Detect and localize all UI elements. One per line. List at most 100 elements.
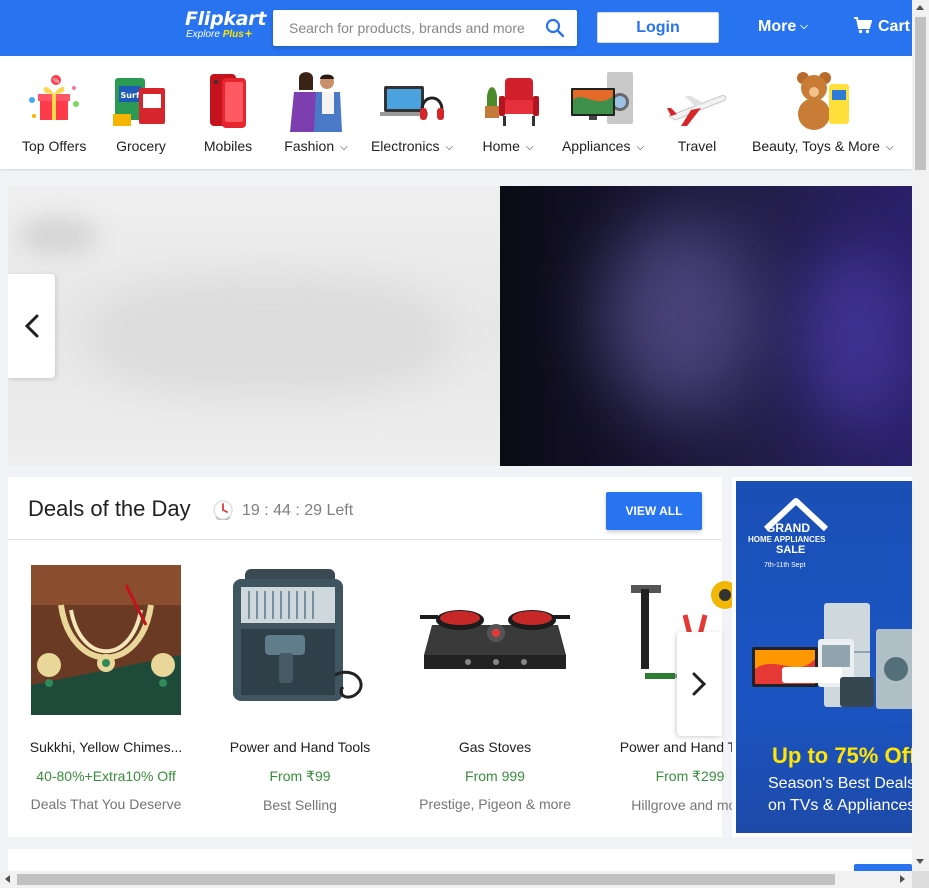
ad-sale-title: GRAND HOME APPLIANCES SALE 7th-11th Sept — [748, 521, 888, 569]
fashion-models-icon — [284, 70, 348, 134]
deal-card[interactable]: Gas Stoves From 999 Prestige, Pigeon & m… — [405, 565, 585, 812]
logo-text: Flipkart — [185, 8, 267, 30]
scroll-left-arrow-icon[interactable] — [5, 875, 10, 883]
category-home[interactable]: Home ⌵ — [481, 70, 539, 154]
category-top-offers[interactable]: % Top Offers — [22, 70, 86, 154]
more-label: More — [758, 18, 797, 35]
category-travel[interactable]: Travel — [665, 70, 729, 154]
chevron-down-icon: ⌵ — [636, 142, 645, 153]
horizontal-scrollbar[interactable] — [0, 871, 912, 888]
ad-home-appliances: HOME APPLIANCES — [748, 535, 826, 544]
ad-banner[interactable]: GRAND HOME APPLIANCES SALE 7th-11th Sept… — [732, 477, 912, 837]
deal-card[interactable]: Sukkhi, Yellow Chimes... 40-80%+Extra10%… — [16, 565, 196, 812]
category-mobiles[interactable]: Mobiles — [196, 70, 260, 154]
category-label: Grocery — [116, 138, 166, 154]
gas-stove-icon — [420, 565, 570, 715]
scroll-right-arrow-icon[interactable] — [900, 875, 905, 883]
category-nav: % Top Offers Surf Grocery Mobiles Fashio… — [0, 56, 912, 169]
banner-slide-right[interactable] — [500, 186, 912, 466]
category-label: Appliances ⌵ — [561, 138, 645, 154]
appliances-group-icon — [752, 603, 912, 709]
deal-name: Sukkhi, Yellow Chimes... — [29, 739, 183, 755]
category-grocery[interactable]: Surf Grocery — [109, 70, 173, 154]
category-label-text: Home — [482, 138, 520, 154]
grocery-icon: Surf — [109, 70, 173, 134]
svg-text:Surf: Surf — [121, 91, 140, 100]
laptop-headphones-icon — [380, 70, 444, 134]
mobile-phone-icon — [196, 70, 260, 134]
gift-offers-icon: % — [22, 70, 86, 134]
ad-headline: Up to 75% Off — [772, 743, 912, 768]
tv-washer-icon — [571, 70, 635, 134]
banner-carousel[interactable] — [8, 186, 912, 466]
chevron-down-icon: ⌵ — [885, 142, 894, 153]
deal-offer: From ₹99 — [269, 768, 331, 784]
deal-name: Power and Hand Tools — [229, 739, 371, 755]
chevron-left-icon — [24, 314, 39, 338]
chevron-down-icon: ⌵ — [445, 142, 454, 153]
deal-subtitle: Deals That You Deserve — [30, 796, 182, 812]
top-header: Flipkart Explore Plus Login More⌵ Cart — [0, 0, 912, 56]
cart-icon — [854, 17, 873, 34]
category-label: Mobiles — [203, 138, 253, 154]
banner-slide-left[interactable] — [8, 186, 500, 466]
category-label: Top Offers — [22, 138, 87, 154]
ad-grand: GRAND — [766, 521, 810, 535]
scroll-down-arrow-icon[interactable] — [916, 859, 924, 864]
cart-link[interactable]: Cart — [854, 17, 910, 36]
chevron-down-icon: ⌵ — [800, 21, 808, 32]
deal-subtitle: Prestige, Pigeon & more — [419, 796, 571, 812]
ad-creative: GRAND HOME APPLIANCES SALE 7th-11th Sept… — [736, 481, 912, 833]
deal-offer: From 999 — [465, 768, 525, 784]
deal-offer: 40-80%+Extra10% Off — [36, 768, 176, 784]
chevron-down-icon: ⌵ — [525, 142, 534, 153]
search-input[interactable] — [273, 10, 537, 46]
teddy-bear-icon — [789, 70, 853, 134]
category-label-text: Electronics — [370, 138, 440, 154]
view-all-button[interactable]: VIEW ALL — [606, 492, 702, 530]
necklace-jewellery-icon — [31, 565, 181, 715]
ad-dates: 7th-11th Sept — [764, 562, 806, 569]
plus-star-icon — [243, 29, 253, 38]
category-label-text: Appliances — [561, 138, 631, 154]
search-box — [273, 10, 577, 46]
logo-tagline: Explore Plus — [186, 29, 266, 41]
horizontal-scroll-thumb[interactable] — [17, 874, 835, 885]
category-label: Electronics ⌵ — [370, 138, 454, 154]
cart-label: Cart — [878, 18, 911, 35]
ad-subtext: Season's Best Deals on TVs & Appliances — [768, 773, 912, 817]
deal-name: Gas Stoves — [458, 739, 532, 755]
deal-card[interactable]: Power and Hand Tools From ₹99 Best Selli… — [210, 565, 390, 813]
category-label: Home ⌵ — [481, 138, 535, 154]
carousel-prev-button[interactable] — [8, 274, 55, 378]
category-appliances[interactable]: Appliances ⌵ — [561, 70, 645, 154]
category-label: Travel — [677, 138, 717, 154]
logo-tag-prefix: Explore — [186, 29, 220, 40]
deals-header: Deals of the Day 19 : 44 : 29 Left VIEW … — [8, 477, 722, 540]
category-label-text: Fashion — [284, 138, 335, 154]
login-button[interactable]: Login — [597, 12, 719, 43]
deal-subtitle: Best Selling — [263, 797, 337, 813]
category-beauty-toys[interactable]: Beauty, Toys & More ⌵ — [752, 70, 893, 154]
scroll-up-arrow-icon[interactable] — [916, 5, 924, 10]
chevron-right-icon — [692, 672, 707, 696]
category-label: Fashion ⌵ — [284, 138, 348, 154]
search-icon[interactable] — [545, 18, 565, 38]
more-menu[interactable]: More ⌵ — [758, 18, 808, 36]
category-label-text: Beauty, Toys & More — [752, 138, 880, 154]
deals-of-the-day: Deals of the Day 19 : 44 : 29 Left VIEW … — [8, 477, 760, 837]
armchair-icon — [481, 70, 545, 134]
drill-toolkit-icon — [225, 565, 375, 715]
vertical-scrollbar[interactable] — [912, 0, 929, 888]
clock-icon — [213, 500, 233, 522]
vertical-scroll-thumb[interactable] — [915, 17, 926, 170]
category-electronics[interactable]: Electronics ⌵ — [370, 70, 454, 154]
ad-sale: SALE — [776, 544, 806, 556]
deals-next-button[interactable] — [677, 632, 722, 736]
deals-timer: 19 : 44 : 29 Left — [212, 498, 354, 522]
flipkart-logo[interactable]: Flipkart Explore Plus — [185, 9, 266, 41]
timer-text: 19 : 44 : 29 Left — [242, 502, 354, 519]
category-fashion[interactable]: Fashion ⌵ — [284, 70, 348, 154]
category-label: Beauty, Toys & More ⌵ — [752, 138, 893, 154]
chevron-down-icon: ⌵ — [340, 142, 348, 153]
